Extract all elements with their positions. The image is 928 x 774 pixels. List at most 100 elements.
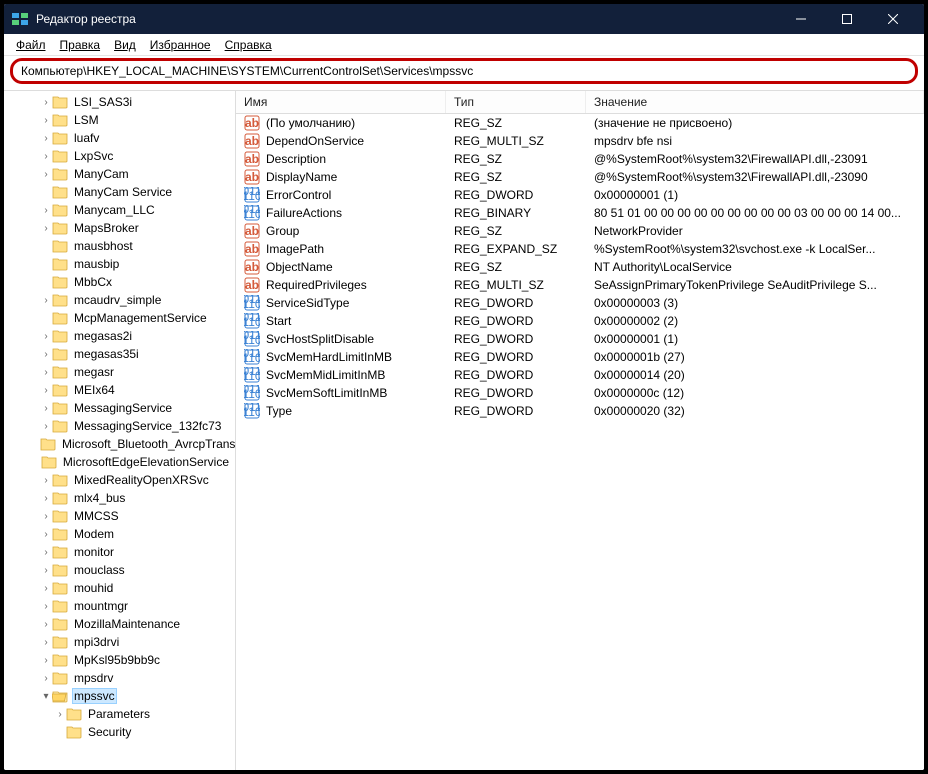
col-type[interactable]: Тип [446,91,586,113]
value-row[interactable]: 011110SvcHostSplitDisableREG_DWORD0x0000… [236,330,924,348]
tree-item[interactable]: ›MapsBroker [4,219,235,237]
col-value[interactable]: Значение [586,91,924,113]
tree-item[interactable]: ›megasas35i [4,345,235,363]
tree-item[interactable]: ›Parameters [4,705,235,723]
value-data: 0x00000014 (20) [586,368,924,382]
value-row[interactable]: abImagePathREG_EXPAND_SZ%SystemRoot%\sys… [236,240,924,258]
chevron-icon[interactable]: › [40,529,52,540]
chevron-icon[interactable]: › [40,619,52,630]
chevron-icon[interactable]: › [40,295,52,306]
chevron-icon[interactable]: › [40,115,52,126]
chevron-icon[interactable]: › [40,547,52,558]
chevron-icon[interactable]: › [40,403,52,414]
tree-item[interactable]: ›LSM [4,111,235,129]
value-row[interactable]: abGroupREG_SZNetworkProvider [236,222,924,240]
tree-item[interactable]: ›LxpSvc [4,147,235,165]
tree-item[interactable]: ›mpsdrv [4,669,235,687]
tree-item[interactable]: ›Modem [4,525,235,543]
tree-item[interactable]: ›megasr [4,363,235,381]
tree-item[interactable]: ›mlx4_bus [4,489,235,507]
col-name[interactable]: Имя [236,91,446,113]
close-button[interactable] [870,4,916,34]
address-bar[interactable]: Компьютер\HKEY_LOCAL_MACHINE\SYSTEM\Curr… [10,58,918,84]
chevron-icon[interactable]: › [40,331,52,342]
menu-edit[interactable]: Правка [54,36,107,54]
tree-item[interactable]: ›monitor [4,543,235,561]
tree-item[interactable]: ›MpKsl95b9bb9c [4,651,235,669]
tree-item[interactable]: ›mpi3drvi [4,633,235,651]
chevron-icon[interactable]: › [40,475,52,486]
tree-item[interactable]: Microsoft_Bluetooth_AvrcpTransport [4,435,235,453]
tree-item[interactable]: MbbCx [4,273,235,291]
value-row[interactable]: 011110StartREG_DWORD0x00000002 (2) [236,312,924,330]
chevron-icon[interactable]: ▾ [40,691,52,702]
value-row[interactable]: 011110SvcMemMidLimitInMBREG_DWORD0x00000… [236,366,924,384]
chevron-icon[interactable]: › [40,565,52,576]
value-row[interactable]: 011110SvcMemHardLimitInMBREG_DWORD0x0000… [236,348,924,366]
chevron-icon[interactable]: › [40,97,52,108]
chevron-icon[interactable]: › [54,709,66,720]
tree-item[interactable]: ›luafv [4,129,235,147]
chevron-icon[interactable]: › [40,673,52,684]
value-row[interactable]: abDependOnServiceREG_MULTI_SZmpsdrv bfe … [236,132,924,150]
tree-item-label: MessagingService_132fc73 [72,419,223,433]
value-row[interactable]: abDescriptionREG_SZ@%SystemRoot%\system3… [236,150,924,168]
chevron-icon[interactable]: › [40,601,52,612]
key-tree[interactable]: ›LSI_SAS3i›LSM›luafv›LxpSvc›ManyCamManyC… [4,91,236,770]
chevron-icon[interactable]: › [40,205,52,216]
tree-item[interactable]: ›megasas2i [4,327,235,345]
tree-item[interactable]: ›Manycam_LLC [4,201,235,219]
value-row[interactable]: abRequiredPrivilegesREG_MULTI_SZSeAssign… [236,276,924,294]
value-name: ImagePath [266,242,324,256]
chevron-icon[interactable]: › [40,421,52,432]
maximize-button[interactable] [824,4,870,34]
chevron-icon[interactable]: › [40,133,52,144]
tree-item[interactable]: McpManagementService [4,309,235,327]
menu-help[interactable]: Справка [219,36,278,54]
chevron-icon[interactable]: › [40,367,52,378]
menu-view[interactable]: Вид [108,36,142,54]
minimize-button[interactable] [778,4,824,34]
tree-item[interactable]: ›MEIx64 [4,381,235,399]
tree-item[interactable]: ›MMCSS [4,507,235,525]
tree-item[interactable]: ›mouclass [4,561,235,579]
chevron-icon[interactable]: › [40,511,52,522]
tree-item[interactable]: ›MixedRealityOpenXRSvc [4,471,235,489]
value-row[interactable]: abObjectNameREG_SZNT Authority\LocalServ… [236,258,924,276]
chevron-icon[interactable]: › [40,151,52,162]
value-row[interactable]: 011110SvcMemSoftLimitInMBREG_DWORD0x0000… [236,384,924,402]
menu-favorites[interactable]: Избранное [144,36,217,54]
value-row[interactable]: 011110ServiceSidTypeREG_DWORD0x00000003 … [236,294,924,312]
tree-item[interactable]: ▾mpssvc [4,687,235,705]
tree-item[interactable]: ›mountmgr [4,597,235,615]
value-row[interactable]: 011110TypeREG_DWORD0x00000020 (32) [236,402,924,420]
tree-item[interactable]: ManyCam Service [4,183,235,201]
tree-item[interactable]: ›LSI_SAS3i [4,93,235,111]
value-data: mpsdrv bfe nsi [586,134,924,148]
value-row[interactable]: 011110FailureActionsREG_BINARY80 51 01 0… [236,204,924,222]
chevron-icon[interactable]: › [40,349,52,360]
chevron-icon[interactable]: › [40,223,52,234]
chevron-icon[interactable]: › [40,493,52,504]
chevron-icon[interactable]: › [40,655,52,666]
value-row[interactable]: abDisplayNameREG_SZ@%SystemRoot%\system3… [236,168,924,186]
value-row[interactable]: ab(По умолчанию)REG_SZ(значение не присв… [236,114,924,132]
tree-item[interactable]: ›MessagingService [4,399,235,417]
tree-item[interactable]: ›mcaudrv_simple [4,291,235,309]
chevron-icon[interactable]: › [40,637,52,648]
chevron-icon[interactable]: › [40,169,52,180]
tree-item[interactable]: ›MozillaMaintenance [4,615,235,633]
value-row[interactable]: 011110ErrorControlREG_DWORD0x00000001 (1… [236,186,924,204]
tree-item[interactable]: MicrosoftEdgeElevationService [4,453,235,471]
titlebar[interactable]: Редактор реестра [4,4,924,34]
tree-item[interactable]: mausbip [4,255,235,273]
tree-item[interactable]: Security [4,723,235,741]
chevron-icon[interactable]: › [40,583,52,594]
value-list[interactable]: Имя Тип Значение ab(По умолчанию)REG_SZ(… [236,91,924,770]
tree-item[interactable]: › MessagingService_132fc73 [4,417,235,435]
chevron-icon[interactable]: › [40,385,52,396]
menu-file[interactable]: Файл [10,36,52,54]
tree-item[interactable]: ›mouhid [4,579,235,597]
tree-item[interactable]: mausbhost [4,237,235,255]
tree-item[interactable]: ›ManyCam [4,165,235,183]
